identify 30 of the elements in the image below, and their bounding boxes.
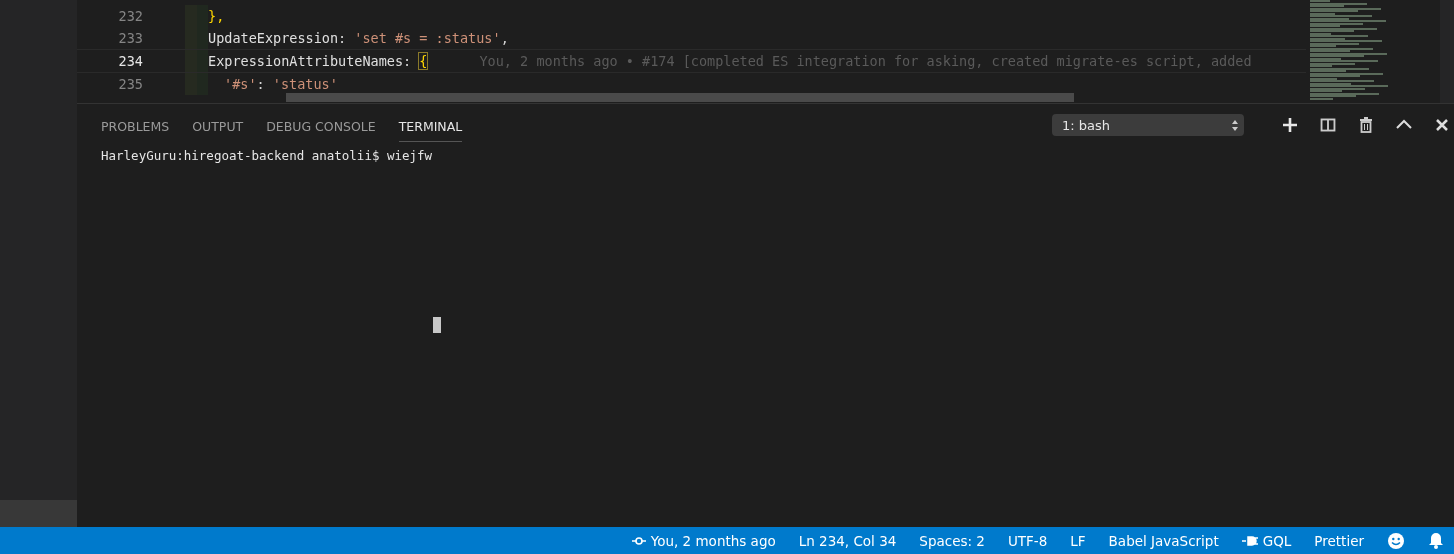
panel-tab[interactable]: TERMINAL bbox=[398, 108, 463, 142]
status-item[interactable]: Prettier bbox=[1314, 532, 1364, 549]
code-line: ExpressionAttributeNames: { bbox=[208, 53, 428, 69]
line-number: 234 bbox=[117, 53, 144, 69]
panel-tab[interactable]: PROBLEMS bbox=[101, 108, 170, 142]
horizontal-scrollbar[interactable] bbox=[286, 93, 1074, 102]
status-item[interactable]: Spaces: 2 bbox=[919, 532, 985, 549]
status-item[interactable]: Babel JavaScript bbox=[1108, 532, 1219, 549]
blame-annotation: You, 2 months ago • #174 [completed ES integration for asking, created migrate-es script, added bbox=[479, 53, 1252, 69]
terminal-select[interactable]: 1: bash bbox=[1052, 114, 1244, 136]
status-gql[interactable]: GQL bbox=[1241, 532, 1292, 549]
line-number: 235 bbox=[117, 76, 144, 92]
status-item[interactable]: Ln 234, Col 34 bbox=[798, 532, 897, 549]
code-line: }, bbox=[208, 8, 225, 24]
status-item[interactable]: UTF-8 bbox=[1007, 532, 1048, 549]
line-number: 232 bbox=[117, 8, 144, 24]
commit-icon bbox=[631, 536, 646, 545]
status-blame[interactable]: You, 2 months ago bbox=[631, 532, 776, 549]
bell-icon[interactable] bbox=[1428, 532, 1444, 549]
terminal-line: HarleyGuru:hiregoat-backend anatolii$ wiejfw bbox=[101, 148, 434, 163]
terminal-cursor bbox=[433, 317, 441, 333]
code-line: UpdateExpression: 'set #s = :status', bbox=[208, 30, 509, 46]
status-item[interactable]: LF bbox=[1070, 532, 1086, 549]
updown-icon bbox=[1232, 119, 1238, 131]
code-line: '#s': 'status' bbox=[223, 76, 338, 92]
line-number: 233 bbox=[117, 30, 144, 46]
panel-tab[interactable]: OUTPUT bbox=[192, 108, 244, 142]
panel-tab[interactable]: DEBUG CONSOLE bbox=[266, 108, 376, 142]
plug-icon bbox=[1241, 534, 1258, 547]
smiley-icon[interactable] bbox=[1387, 531, 1405, 550]
